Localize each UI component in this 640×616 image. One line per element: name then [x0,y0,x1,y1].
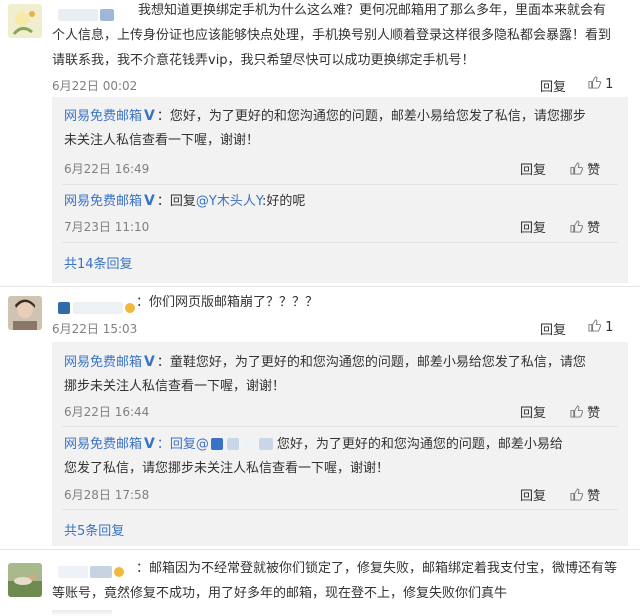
username-3[interactable] [58,561,124,580]
avatar[interactable] [8,563,42,597]
reply-time: 6月22日 16:44 [64,405,150,419]
reply-line: 网易免费邮箱 V ：童鞋您好，为了更好的和您沟通您的问题，邮差小易给您发了私信，请您 [64,351,586,374]
verified-icon: V [144,354,155,370]
reply-line: 网易免费邮箱 V ：您好，为了更好的和您沟通您的问题，邮差小易给您发了私信，请您挪步 [64,105,586,128]
like-button[interactable]: 1 [588,319,613,335]
username-2[interactable] [58,297,135,316]
badge-icon [125,302,135,313]
divider [62,242,618,243]
comment-text: 我想知道更换绑定手机为什么这么难？更何况邮箱用了那么多年，里面本来就会有 [138,3,607,18]
reply-button[interactable]: 回复 [520,485,546,504]
comment-text: 个人信息，上传身份证也应该能够快点处理，手机换号别人顺着登录这样很多隐私都会暴露… [52,28,612,43]
reply-line: 网易免费邮箱 V ：回复@ 您好，为了更好的和您沟通您的问题，邮差小易给 [64,433,563,456]
divider [62,184,618,185]
comment-text: 请联系我，我不介意花钱弄vip，我只希望尽快可以成功更换绑定手机号！ [52,53,475,68]
reply-button[interactable]: 回复 [540,319,566,338]
divider [0,286,640,287]
reply-line: 未关注人私信查看一下喔，谢谢！ [64,133,260,148]
reply-time: 6月28日 17:58 [64,488,150,502]
comment-time: 6月22日 00:02 [52,79,138,93]
comment-text: ：你们网页版邮箱崩了？？？？ [136,295,319,310]
verified-icon: V [144,193,155,209]
like-button[interactable]: 赞 [570,159,600,178]
blurred-mention [210,434,273,456]
thumbs-up-icon [588,76,601,89]
like-label: 赞 [587,489,601,504]
reply-line: 网易免费邮箱 V ：回复@Y木头人Y:好的呢 [64,190,305,213]
mention-link[interactable]: @Y木头人Y [196,194,262,209]
like-label: 赞 [587,221,601,236]
comment-time: 6月22日 15:03 [52,322,138,336]
comment-text: ：邮箱因为不经常登就被你们锁定了，修复失败，邮箱绑定着我支付宝，微博还有等 [136,561,618,576]
partial-time [52,610,112,616]
reply-time: 6月22日 16:49 [64,162,150,176]
reply-button[interactable]: 回复 [520,217,546,236]
comment-text: 等账号，竟然修复不成功，用了好多年的邮箱，现在登不上，修复失败你们真牛 [52,586,508,601]
like-button[interactable]: 赞 [570,402,600,421]
like-label: 赞 [587,406,601,421]
like-button[interactable]: 赞 [570,485,600,504]
reply-author[interactable]: 网易免费邮箱 [64,355,142,370]
more-replies-link[interactable]: 共14条回复 [64,253,133,272]
reply-button[interactable]: 回复 [540,76,566,95]
divider [0,549,640,550]
reply-line: 您发了私信，请您挪步未关注人私信查看一下喔，谢谢！ [64,461,390,476]
thumbs-up-icon [570,220,583,233]
like-count: 1 [605,77,614,92]
username-1[interactable] [58,4,114,23]
like-button[interactable]: 赞 [570,217,600,236]
thumbs-up-icon [570,488,583,501]
reply-line: 挪步未关注人私信查看一下喔，谢谢！ [64,379,286,394]
reply-button[interactable]: 回复 [520,159,546,178]
verified-icon: V [144,108,155,124]
mention-link[interactable]: ：回复@ [157,437,209,452]
thumbs-up-icon [570,162,583,175]
badge-icon [114,566,124,577]
reply-author[interactable]: 网易免费邮箱 [64,437,142,452]
divider [62,426,618,427]
thumbs-up-icon [570,405,583,418]
like-count: 1 [605,320,614,335]
reply-author[interactable]: 网易免费邮箱 [64,109,142,124]
more-replies-link[interactable]: 共5条回复 [64,520,124,539]
like-label: 赞 [587,163,601,178]
divider [62,509,618,510]
reply-button[interactable]: 回复 [520,402,546,421]
avatar[interactable] [8,296,42,330]
reply-author[interactable]: 网易免费邮箱 [64,194,142,209]
verified-icon: V [144,436,155,452]
avatar[interactable] [8,4,42,38]
thumbs-up-icon [588,319,601,332]
like-button[interactable]: 1 [588,76,613,92]
reply-time: 7月23日 11:10 [64,220,150,234]
